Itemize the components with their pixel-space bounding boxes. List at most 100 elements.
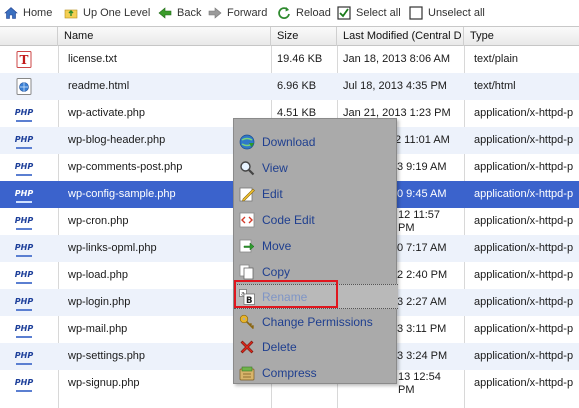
file-name: wp-links-opml.php xyxy=(68,242,157,254)
menu-item-move[interactable]: Move xyxy=(234,233,398,258)
icon-column-header[interactable] xyxy=(0,27,58,46)
file-type: application/x-httpd-p xyxy=(474,323,574,335)
file-type: application/x-httpd-p xyxy=(474,161,574,173)
file-name: wp-mail.php xyxy=(68,323,128,335)
select-all-label: Select all xyxy=(356,7,401,19)
size-column-header[interactable]: Size xyxy=(271,27,337,46)
reload-label: Reload xyxy=(296,7,331,19)
html-file-icon xyxy=(16,78,32,95)
menu-item-label: Delete xyxy=(262,339,297,354)
copy-icon xyxy=(239,264,254,279)
select-all-button[interactable]: Select all xyxy=(337,4,401,22)
menu-item-download[interactable]: Download xyxy=(234,129,398,154)
file-modified: 2 2:40 PM xyxy=(397,269,448,281)
modified-column-header[interactable]: Last Modified (Central D xyxy=(337,27,464,46)
php-file-icon: PHP xyxy=(15,213,33,230)
back-arrow-icon xyxy=(158,7,172,19)
svg-text:B: B xyxy=(246,296,252,305)
menu-item-label: Compress xyxy=(262,365,317,380)
type-column-header[interactable]: Type xyxy=(464,27,579,46)
file-type: application/x-httpd-p xyxy=(474,134,574,146)
file-name: wp-load.php xyxy=(68,269,128,281)
php-file-icon: PHP xyxy=(15,159,33,176)
file-name: wp-comments-post.php xyxy=(68,161,183,173)
forward-button[interactable]: Forward xyxy=(208,4,267,22)
home-label: Home xyxy=(23,7,53,19)
menu-item-change-permissions[interactable]: Change Permissions xyxy=(234,309,398,334)
menu-item-label: Edit xyxy=(262,186,283,201)
menu-item-edit[interactable]: Edit xyxy=(234,181,398,206)
edit-icon xyxy=(239,187,255,201)
php-file-icon: PHP xyxy=(15,294,33,311)
checkbox-empty-icon xyxy=(409,6,423,20)
home-icon xyxy=(4,7,18,19)
reload-icon xyxy=(278,7,290,19)
menu-item-label: Code Edit xyxy=(262,212,315,227)
menu-item-label: Copy xyxy=(262,264,291,279)
php-file-icon: PHP xyxy=(15,132,33,149)
file-type: application/x-httpd-p xyxy=(474,242,574,254)
php-file-icon: PHP xyxy=(15,267,33,284)
file-modified: 0 9:45 AM xyxy=(397,188,447,200)
file-modified-line: 12 11:57 xyxy=(398,209,441,221)
php-file-icon: PHP xyxy=(15,321,33,338)
file-type: application/x-httpd-p xyxy=(474,296,574,308)
compress-icon xyxy=(239,366,255,380)
menu-item-label: Rename xyxy=(262,289,308,304)
name-column-header[interactable]: Name xyxy=(58,27,271,46)
file-name: readme.html xyxy=(68,80,130,92)
file-name: wp-activate.php xyxy=(68,107,146,119)
menu-item-label: Change Permissions xyxy=(262,314,373,329)
file-modified-line: PM xyxy=(398,384,415,396)
file-size: 6.96 KB xyxy=(277,80,317,92)
unselect-all-button[interactable]: Unselect all xyxy=(409,4,485,22)
file-type: text/plain xyxy=(474,53,519,65)
download-icon xyxy=(239,134,255,149)
file-modified: 13 12:54 PM xyxy=(398,370,441,397)
file-type: application/x-httpd-p xyxy=(474,269,574,281)
menu-item-copy[interactable]: Copy xyxy=(234,259,398,284)
move-icon xyxy=(239,239,255,252)
file-name: wp-login.php xyxy=(68,296,131,308)
file-modified: 0 7:17 AM xyxy=(397,242,447,254)
table-row[interactable]: readme.html 6.96 KB Jul 18, 2013 4:35 PM… xyxy=(0,73,579,100)
context-menu: Download View Edit Code Edit Move Copy a… xyxy=(233,118,398,385)
back-button[interactable]: Back xyxy=(158,4,201,22)
forward-label: Forward xyxy=(227,7,268,19)
up-one-level-label: Up One Level xyxy=(83,7,151,19)
file-name: wp-blog-header.php xyxy=(68,134,166,146)
file-type: application/x-httpd-p xyxy=(474,107,574,119)
menu-item-delete[interactable]: Delete xyxy=(234,334,398,359)
key-icon xyxy=(239,314,255,329)
file-modified: 3 9:19 AM xyxy=(397,161,447,173)
file-name: wp-config-sample.php xyxy=(68,188,176,200)
menu-item-rename[interactable]: aB Rename xyxy=(234,284,398,309)
folder-up-icon xyxy=(64,9,78,19)
svg-text:T: T xyxy=(20,53,29,67)
menu-item-code-edit[interactable]: Code Edit xyxy=(234,207,398,232)
php-file-icon: PHP xyxy=(15,348,33,365)
file-type: application/x-httpd-p xyxy=(474,188,574,200)
php-file-icon: PHP xyxy=(15,186,33,203)
rename-icon: aB xyxy=(239,288,255,305)
file-modified: 12 11:57 PM xyxy=(398,208,440,235)
file-type: application/x-httpd-p xyxy=(474,215,574,227)
file-name: wp-signup.php xyxy=(68,377,140,389)
menu-item-view[interactable]: View xyxy=(234,155,398,180)
table-row[interactable]: T license.txt 19.46 KB Jan 18, 2013 8:06… xyxy=(0,46,579,73)
home-button[interactable]: Home xyxy=(4,4,52,22)
reload-button[interactable]: Reload xyxy=(277,4,331,22)
unselect-all-label: Unselect all xyxy=(428,7,485,19)
grid-header: Name Size Last Modified (Central D Type xyxy=(0,27,579,46)
delete-icon xyxy=(240,340,254,353)
file-modified-line: PM xyxy=(398,222,415,234)
file-modified: 3 3:11 PM xyxy=(397,323,447,335)
up-one-level-button[interactable]: Up One Level xyxy=(64,4,150,22)
file-size: 19.46 KB xyxy=(277,53,323,65)
file-modified-line: 13 12:54 xyxy=(398,371,441,383)
php-file-icon: PHP xyxy=(15,105,33,122)
menu-item-label: Download xyxy=(262,134,316,149)
file-type: application/x-httpd-p xyxy=(474,377,574,389)
menu-item-compress[interactable]: Compress xyxy=(234,360,398,385)
view-icon xyxy=(240,160,255,175)
